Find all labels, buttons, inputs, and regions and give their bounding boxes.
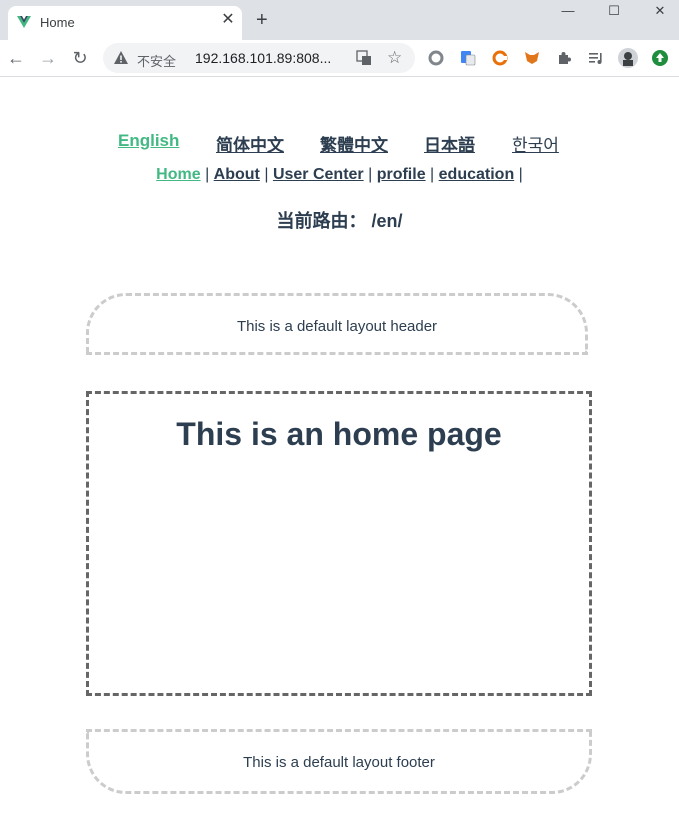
lang-traditional-chinese[interactable]: 繁體中文 bbox=[320, 131, 388, 156]
address-bar[interactable]: 不安全 192.168.101.89:808... ☆ bbox=[103, 43, 415, 73]
back-arrow-icon[interactable]: ← bbox=[6, 48, 26, 68]
layout-header: This is a default layout header bbox=[86, 293, 588, 355]
circle-extension-icon[interactable] bbox=[428, 50, 444, 66]
metamask-fox-icon[interactable] bbox=[524, 50, 540, 66]
forward-arrow-icon[interactable]: → bbox=[38, 48, 58, 68]
layout-header-text: This is a default layout header bbox=[236, 318, 438, 335]
google-translate-extension-icon[interactable] bbox=[460, 50, 476, 66]
page-content: This is an home page bbox=[86, 391, 592, 696]
layout-footer-text: This is a default layout footer bbox=[243, 754, 435, 771]
lang-japanese[interactable]: 日本語 bbox=[424, 131, 475, 156]
nav-home[interactable]: Home bbox=[156, 166, 200, 183]
minimize-button[interactable]: — bbox=[558, 3, 578, 18]
nav-user-center[interactable]: User Center bbox=[273, 166, 364, 183]
browser-toolbar: ← → ↻ 不安全 192.168.101.89:808... ☆ bbox=[0, 40, 679, 77]
nav-about[interactable]: About bbox=[214, 166, 260, 183]
nav-separator: | bbox=[368, 166, 373, 183]
orange-c-extension-icon[interactable] bbox=[492, 50, 508, 66]
update-arrow-icon[interactable] bbox=[652, 50, 668, 66]
media-queue-icon[interactable] bbox=[588, 50, 604, 66]
current-route: 当前路由： /en/ bbox=[0, 207, 679, 233]
nav-separator: | bbox=[518, 166, 523, 183]
security-label: 不安全 bbox=[137, 54, 177, 69]
vue-logo-icon bbox=[17, 16, 31, 28]
bookmark-star-icon[interactable]: ☆ bbox=[387, 48, 402, 68]
route-value: /en/ bbox=[371, 211, 403, 231]
nav-education[interactable]: education bbox=[439, 166, 515, 183]
page-title: This is an home page bbox=[176, 416, 502, 452]
layout-footer: This is a default layout footer bbox=[86, 729, 592, 794]
warning-icon bbox=[114, 51, 128, 64]
lang-simplified-chinese[interactable]: 简体中文 bbox=[216, 131, 284, 156]
nav-profile[interactable]: profile bbox=[377, 166, 426, 183]
close-window-button[interactable]: ✕ bbox=[650, 3, 670, 19]
language-switcher: English 简体中文 繁體中文 日本語 한국어 bbox=[0, 131, 679, 156]
reload-icon[interactable]: ↻ bbox=[70, 48, 90, 68]
new-tab-button[interactable]: + bbox=[256, 10, 268, 30]
browser-tab-home[interactable]: Home ✕ bbox=[8, 6, 242, 40]
route-label: 当前路由： bbox=[276, 211, 367, 231]
tab-close-icon[interactable]: ✕ bbox=[220, 12, 236, 28]
profile-avatar[interactable] bbox=[618, 48, 638, 68]
nav-separator: | bbox=[430, 166, 435, 183]
tab-strip: Home ✕ + — ☐ ✕ bbox=[0, 0, 679, 40]
main-nav: Home | About | User Center | profile | e… bbox=[0, 166, 679, 184]
lang-english[interactable]: English bbox=[118, 131, 179, 151]
url-text: 192.168.101.89:808... bbox=[195, 50, 332, 66]
extensions-puzzle-icon[interactable] bbox=[556, 50, 572, 66]
nav-separator: | bbox=[264, 166, 269, 183]
maximize-button[interactable]: ☐ bbox=[604, 3, 624, 19]
lang-korean[interactable]: 한국어 bbox=[512, 131, 559, 156]
nav-separator: | bbox=[205, 166, 210, 183]
tab-title: Home bbox=[40, 15, 75, 30]
translate-icon[interactable] bbox=[356, 50, 372, 66]
